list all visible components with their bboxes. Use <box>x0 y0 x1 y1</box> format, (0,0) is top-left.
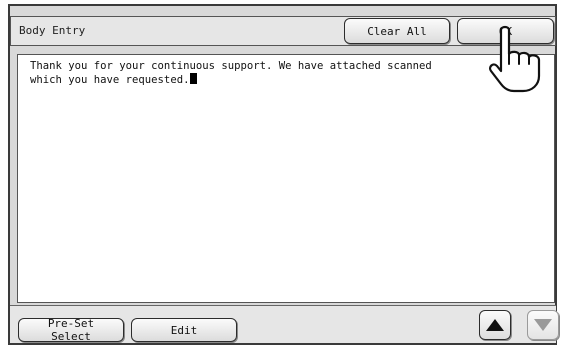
edit-button[interactable]: Edit <box>131 318 237 342</box>
scroll-up-button[interactable] <box>479 310 511 340</box>
text-cursor <box>190 73 198 84</box>
triangle-up-icon <box>486 319 504 331</box>
preset-select-button[interactable]: Pre-Set Select <box>18 317 124 343</box>
body-text-area[interactable]: Thank you for your continuous support. W… <box>17 54 555 303</box>
page-title: Body Entry <box>19 24 86 37</box>
clear-all-button[interactable]: Clear All <box>344 18 450 44</box>
ok-button[interactable]: OK <box>457 18 554 44</box>
body-text: Thank you for your continuous support. W… <box>30 60 432 86</box>
scroll-down-button[interactable] <box>527 310 559 340</box>
triangle-down-icon <box>534 319 552 331</box>
